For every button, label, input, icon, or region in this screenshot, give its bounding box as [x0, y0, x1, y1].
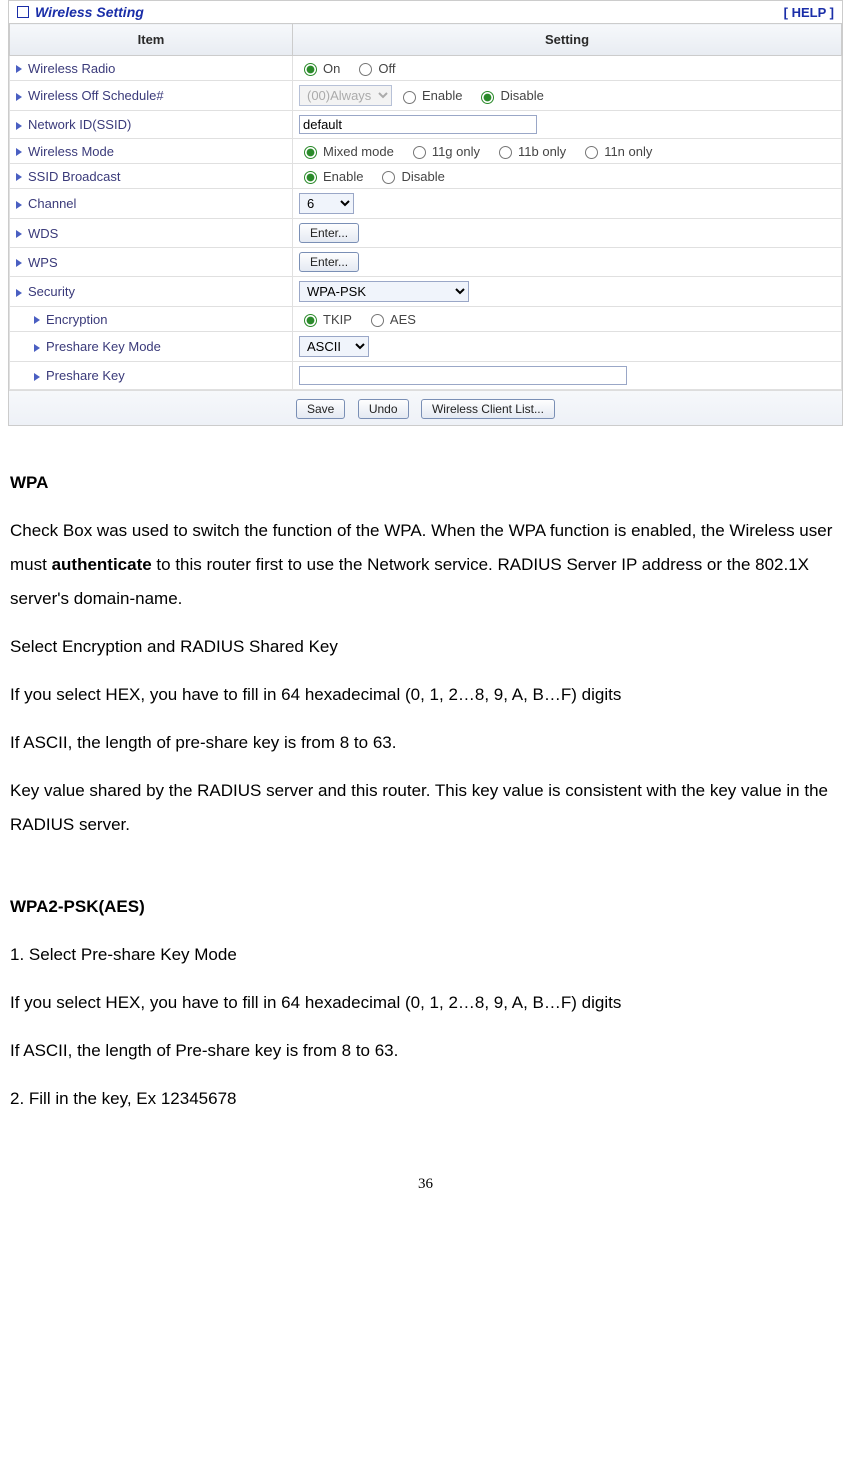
schedule-select: (00)Always [299, 85, 392, 106]
table-row: Channel 6 [10, 189, 842, 219]
wpa-paragraph-4: If ASCII, the length of pre-share key is… [10, 726, 841, 760]
radio-enable[interactable] [304, 171, 317, 184]
radio-on[interactable] [304, 63, 317, 76]
row-label: Preshare Key [46, 368, 125, 383]
page-number: 36 [0, 1176, 851, 1193]
radio-tkip[interactable] [304, 314, 317, 327]
table-row: Wireless Radio On Off [10, 56, 842, 81]
bullet-icon [16, 122, 22, 130]
schedule-disable[interactable]: Disable [476, 88, 543, 104]
row-label: Wireless Mode [28, 144, 114, 159]
schedule-enable[interactable]: Enable [398, 88, 462, 104]
wpa2-paragraph-3: If ASCII, the length of Pre-share key is… [10, 1034, 841, 1068]
bullet-icon [34, 316, 40, 324]
settings-table: Item Setting Wireless Radio On Off Wirel… [9, 23, 842, 390]
ssid-broadcast-enable[interactable]: Enable [299, 168, 363, 184]
wpa-paragraph-1: Check Box was used to switch the functio… [10, 514, 841, 616]
wpa2-paragraph-4: 2. Fill in the key, Ex 12345678 [10, 1082, 841, 1116]
preshare-key-input[interactable] [299, 366, 627, 385]
save-button[interactable]: Save [296, 399, 345, 419]
radio-11g[interactable] [413, 146, 426, 159]
channel-select[interactable]: 6 [299, 193, 354, 214]
document-body: WPA Check Box was used to switch the fun… [0, 426, 851, 1116]
radio-disable[interactable] [382, 171, 395, 184]
row-label: Wireless Off Schedule# [28, 88, 164, 103]
table-row: Preshare Key Mode ASCII [10, 332, 842, 362]
row-label: WDS [28, 226, 58, 241]
radio-enable[interactable] [403, 91, 416, 104]
bullet-icon [34, 344, 40, 352]
panel-title: Wireless Setting [35, 4, 144, 20]
panel-header: Wireless Setting [ HELP ] [9, 1, 842, 23]
bullet-icon [16, 259, 22, 267]
table-row: Network ID(SSID) [10, 111, 842, 139]
mode-11n[interactable]: 11n only [580, 143, 652, 159]
radio-disable[interactable] [481, 91, 494, 104]
col-header-item: Item [10, 24, 293, 56]
wpa-paragraph-3: If you select HEX, you have to fill in 6… [10, 678, 841, 712]
radio-off[interactable] [359, 63, 372, 76]
wpa2-paragraph-2: If you select HEX, you have to fill in 6… [10, 986, 841, 1020]
mode-11g[interactable]: 11g only [408, 143, 480, 159]
wpa-paragraph-5: Key value shared by the RADIUS server an… [10, 774, 841, 842]
wireless-radio-off[interactable]: Off [354, 60, 395, 76]
wps-button[interactable]: Enter... [299, 252, 359, 272]
button-bar: Save Undo Wireless Client List... [9, 390, 842, 425]
radio-aes[interactable] [371, 314, 384, 327]
row-label: Wireless Radio [28, 61, 115, 76]
wpa2-paragraph-1: 1. Select Pre-share Key Mode [10, 938, 841, 972]
row-label: Security [28, 284, 75, 299]
help-link[interactable]: [ HELP ] [784, 5, 834, 20]
pskmode-select[interactable]: ASCII [299, 336, 369, 357]
row-label: Channel [28, 196, 76, 211]
bullet-icon [34, 373, 40, 381]
bullet-icon [16, 289, 22, 297]
encryption-aes[interactable]: AES [366, 311, 416, 327]
table-row: SSID Broadcast Enable Disable [10, 164, 842, 189]
panel-icon [17, 6, 29, 18]
row-label: Preshare Key Mode [46, 339, 161, 354]
radio-mixed[interactable] [304, 146, 317, 159]
undo-button[interactable]: Undo [358, 399, 409, 419]
bullet-icon [16, 93, 22, 101]
wireless-setting-panel: Wireless Setting [ HELP ] Item Setting W… [8, 0, 843, 426]
encryption-tkip[interactable]: TKIP [299, 311, 352, 327]
security-select[interactable]: WPA-PSK [299, 281, 469, 302]
mode-mixed[interactable]: Mixed mode [299, 143, 394, 159]
wireless-radio-on[interactable]: On [299, 60, 340, 76]
row-label: Network ID(SSID) [28, 117, 131, 132]
wpa2-heading: WPA2-PSK(AES) [10, 890, 841, 924]
wpa-heading: WPA [10, 466, 841, 500]
row-label: Encryption [46, 312, 107, 327]
bullet-icon [16, 173, 22, 181]
wpa-paragraph-2: Select Encryption and RADIUS Shared Key [10, 630, 841, 664]
bullet-icon [16, 65, 22, 73]
ssid-input[interactable] [299, 115, 537, 134]
table-row: WDS Enter... [10, 219, 842, 248]
table-row: Wireless Off Schedule# (00)Always Enable… [10, 81, 842, 111]
bullet-icon [16, 148, 22, 156]
table-row: Security WPA-PSK [10, 277, 842, 307]
wds-button[interactable]: Enter... [299, 223, 359, 243]
radio-11b[interactable] [499, 146, 512, 159]
mode-11b[interactable]: 11b only [494, 143, 566, 159]
row-label: SSID Broadcast [28, 169, 121, 184]
bullet-icon [16, 230, 22, 238]
row-label: WPS [28, 255, 58, 270]
table-row: Wireless Mode Mixed mode 11g only 11b on… [10, 139, 842, 164]
table-row: Encryption TKIP AES [10, 307, 842, 332]
col-header-setting: Setting [293, 24, 842, 56]
table-row: WPS Enter... [10, 248, 842, 277]
client-list-button[interactable]: Wireless Client List... [421, 399, 555, 419]
table-row: Preshare Key [10, 362, 842, 390]
radio-11n[interactable] [585, 146, 598, 159]
ssid-broadcast-disable[interactable]: Disable [377, 168, 444, 184]
bullet-icon [16, 201, 22, 209]
